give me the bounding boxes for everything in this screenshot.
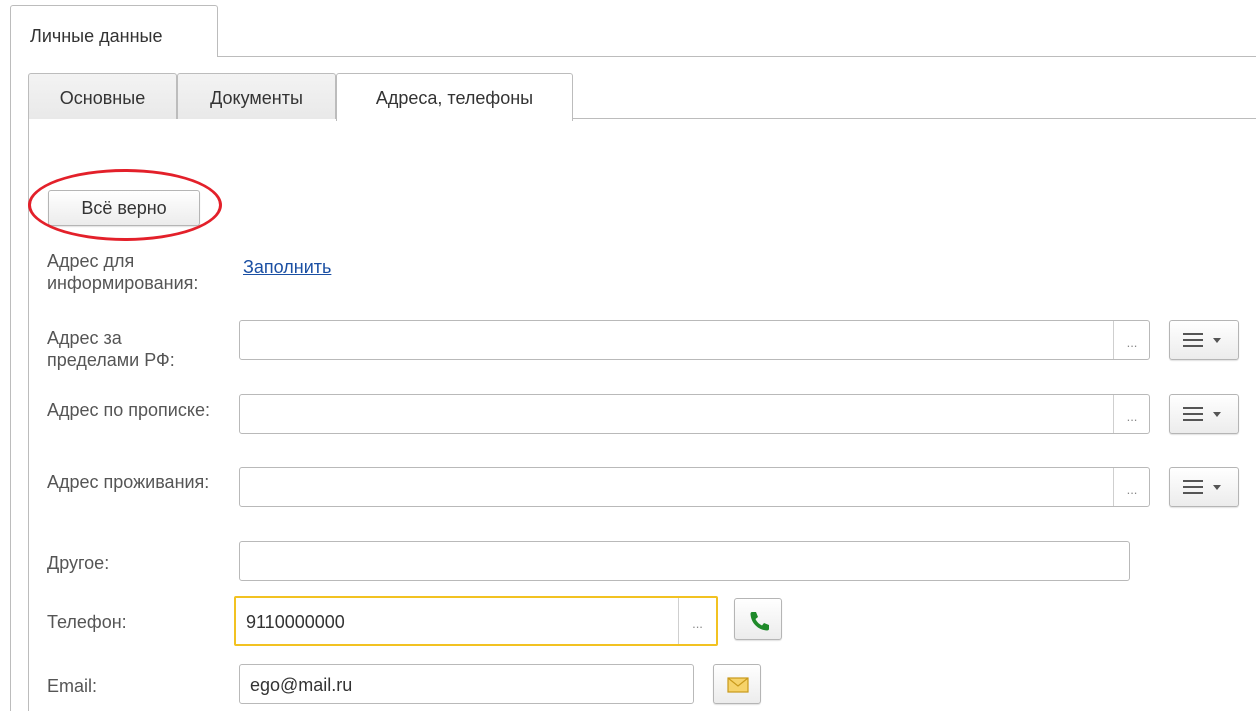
tab-addresses-phones[interactable]: Адреса, телефоны bbox=[336, 73, 573, 121]
hamburger-menu-icon bbox=[1183, 404, 1205, 424]
address-registration-field[interactable]: ... bbox=[239, 394, 1150, 434]
address-registration-label: Адрес по прописке: bbox=[47, 400, 210, 420]
select-dots-button[interactable]: ... bbox=[1114, 482, 1150, 497]
phone-field[interactable]: 9110000000 ... bbox=[234, 596, 718, 646]
email-value: ego@mail.ru bbox=[250, 675, 353, 695]
call-button[interactable] bbox=[734, 598, 782, 640]
tab-strip-divider bbox=[217, 56, 1256, 57]
envelope-icon bbox=[727, 677, 749, 693]
inner-tab-divider bbox=[573, 118, 1256, 119]
chevron-down-icon bbox=[1213, 485, 1221, 490]
address-abroad-field[interactable]: ... bbox=[239, 320, 1150, 360]
send-email-button[interactable] bbox=[713, 664, 761, 704]
phone-label: Телефон: bbox=[47, 612, 127, 632]
hamburger-menu-icon bbox=[1183, 477, 1205, 497]
phone-icon bbox=[750, 612, 769, 631]
address-residence-label: Адрес проживания: bbox=[47, 472, 210, 492]
address-registration-menu-button[interactable] bbox=[1169, 394, 1239, 434]
address-residence-field[interactable]: ... bbox=[239, 467, 1150, 507]
other-field[interactable] bbox=[239, 541, 1130, 581]
info-address-label: Адрес для информирования: bbox=[47, 251, 199, 293]
chevron-down-icon bbox=[1213, 338, 1221, 343]
tab-documents[interactable]: Документы bbox=[177, 73, 336, 119]
email-label: Email: bbox=[47, 676, 98, 696]
email-field[interactable]: ego@mail.ru bbox=[239, 664, 694, 704]
hamburger-menu-icon bbox=[1183, 330, 1205, 350]
select-dots-button[interactable]: ... bbox=[679, 616, 716, 631]
address-residence-menu-button[interactable] bbox=[1169, 467, 1239, 507]
panel-border bbox=[10, 56, 11, 711]
tab-personal-data[interactable]: Личные данные bbox=[10, 5, 218, 57]
phone-value: 9110000000 bbox=[246, 612, 345, 632]
select-dots-button[interactable]: ... bbox=[1114, 335, 1150, 350]
tab-main[interactable]: Основные bbox=[28, 73, 177, 119]
fill-link[interactable]: Заполнить bbox=[243, 257, 331, 278]
address-abroad-label: Адрес за пределами РФ: bbox=[47, 328, 175, 370]
highlight-annotation bbox=[28, 169, 222, 241]
chevron-down-icon bbox=[1213, 412, 1221, 417]
select-dots-button[interactable]: ... bbox=[1114, 409, 1150, 424]
other-label: Другое: bbox=[47, 553, 110, 573]
address-abroad-menu-button[interactable] bbox=[1169, 320, 1239, 360]
